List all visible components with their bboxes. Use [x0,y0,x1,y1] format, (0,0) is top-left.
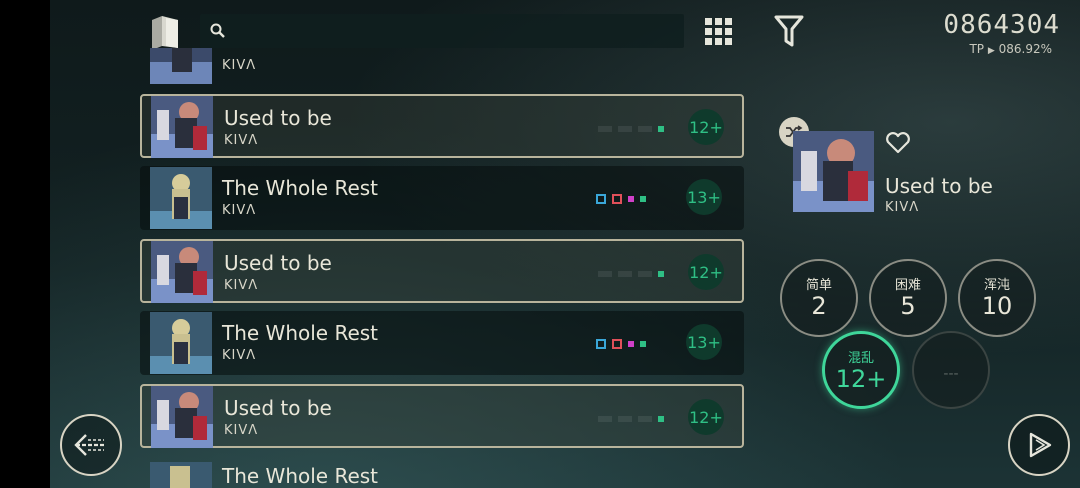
left-edge-bar [0,0,50,488]
song-cover [150,462,212,488]
detail-song-title: Used to be [885,174,993,198]
difficulty-mark [612,339,622,349]
song-title: Used to be [224,396,332,420]
difficulty-mark [628,341,634,347]
list-item-partial-top[interactable]: KIVΛ [140,48,744,86]
difficulty-mark [628,196,634,202]
song-artist: KIVΛ [222,348,257,363]
score-display: 0864304 [943,10,1060,40]
song-artist: KIVΛ [222,203,257,218]
level-badge: 13+ [686,179,722,215]
song-cover [151,96,213,158]
search-input[interactable] [200,14,684,48]
song-cover [151,241,213,303]
difficulty-mark [640,341,646,347]
song-artist: KIVΛ [224,278,259,293]
search-icon [210,23,226,39]
difficulty-mark [598,126,612,132]
difficulty-empty-button[interactable]: --- [912,331,990,409]
list-item[interactable]: Used to be KIVΛ 12+ [140,94,744,158]
tp-display: TP ▶ 086.92% [969,42,1052,56]
difficulty-mark [618,271,632,277]
difficulty-hard-button[interactable]: 困难 5 [869,259,947,337]
difficulty-mark [658,271,664,277]
song-cover [151,386,213,448]
difficulty-level: --- [943,366,959,382]
heart-icon[interactable] [885,132,911,154]
song-artist: KIVΛ [224,423,259,438]
difficulty-marks [596,194,646,204]
song-artist: KIVΛ [222,58,257,73]
tp-value: 086.92% [998,42,1052,56]
book-icon[interactable] [148,14,182,50]
song-cover [150,312,212,374]
difficulty-level: 12+ [835,365,887,393]
level-badge: 13+ [686,324,722,360]
difficulty-easy-button[interactable]: 简单 2 [780,259,858,337]
song-title: Used to be [224,251,332,275]
difficulty-mark [612,194,622,204]
grid-icon[interactable] [704,17,734,47]
level-badge: 12+ [688,109,724,145]
difficulty-level: 2 [811,292,827,320]
difficulty-mark [598,271,612,277]
difficulty-mark [596,194,606,204]
difficulty-mark [598,416,612,422]
difficulty-mark [638,126,652,132]
tp-arrow-icon: ▶ [987,46,995,56]
difficulty-level: 10 [981,292,1013,320]
play-button[interactable] [1008,414,1070,476]
difficulty-glitch-button[interactable]: 混乱 12+ [822,331,900,409]
list-item[interactable]: The Whole Rest KIVΛ 13+ [140,166,744,230]
difficulty-name: 困难 [894,278,921,293]
detail-cover-art [793,131,874,212]
difficulty-mark [640,196,646,202]
song-artist: KIVΛ [224,133,259,148]
list-item[interactable]: The Whole Rest KIVΛ 13+ [140,311,744,375]
difficulty-name: 简单 [805,278,832,293]
detail-song-artist: KIVΛ [885,200,920,215]
song-title: Used to be [224,106,332,130]
difficulty-name: 混乱 [847,351,874,366]
level-badge: 12+ [688,399,724,435]
difficulty-mark [618,416,632,422]
difficulty-marks [598,414,664,424]
list-item-partial-bottom[interactable]: The Whole Rest [140,458,744,488]
song-title: The Whole Rest [222,321,379,345]
song-title: The Whole Rest [222,176,379,200]
difficulty-mark [596,339,606,349]
play-icon [1029,432,1052,458]
difficulty-chaos-button[interactable]: 浑沌 10 [958,259,1036,337]
difficulty-marks [598,269,664,279]
difficulty-level: 5 [900,292,916,320]
difficulty-mark [658,126,664,132]
difficulty-name: 浑沌 [983,278,1010,293]
list-item[interactable]: Used to be KIVΛ 12+ [140,384,744,448]
difficulty-mark [638,271,652,277]
song-cover [150,167,212,229]
back-button[interactable] [60,414,122,476]
level-badge: 12+ [688,254,724,290]
difficulty-marks [596,339,646,349]
song-cover [150,48,212,84]
list-item[interactable]: Used to be KIVΛ 12+ [140,239,744,303]
back-icon [74,434,104,456]
filter-icon[interactable] [774,14,804,48]
difficulty-marks [598,124,664,134]
song-title: The Whole Rest [222,464,379,488]
difficulty-mark [658,416,664,422]
difficulty-mark [638,416,652,422]
tp-label: TP [969,42,985,56]
difficulty-mark [618,126,632,132]
